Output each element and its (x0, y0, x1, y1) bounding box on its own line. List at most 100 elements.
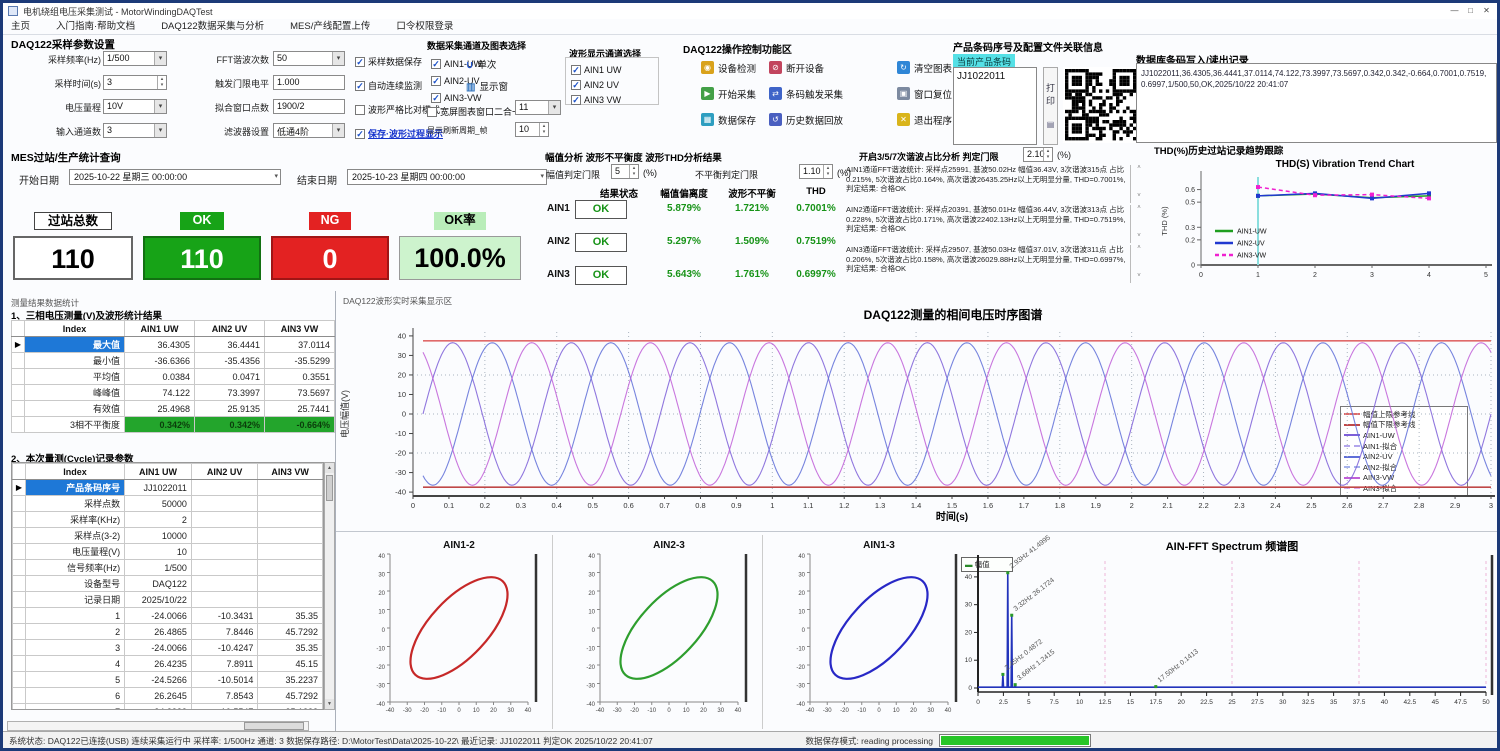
thd-control-unit-1: (%) (643, 168, 657, 178)
param-dropdown-3[interactable]: 10V▾ (103, 99, 167, 114)
table-row[interactable]: 平均值0.03840.04710.3551 (12, 369, 335, 385)
svg-text:10: 10 (965, 657, 973, 664)
history-replay-button[interactable]: ↺历史数据回放 (769, 111, 843, 129)
table-row[interactable]: 记录日期2025/10/22 (13, 592, 323, 608)
scrollbar-thumb[interactable] (244, 722, 304, 730)
spinner-arrows-icon[interactable]: ▴▾ (629, 165, 638, 178)
menu-item-4[interactable]: MES/产线配置上传 (290, 21, 370, 32)
horizontal-scrollbar[interactable] (7, 721, 309, 731)
control-value: 1.000 (277, 77, 300, 87)
table-row[interactable]: 信号频率(Hz)1/500 (13, 560, 323, 576)
table-row[interactable]: 最小值-36.6366-35.4356-35.5299 (12, 353, 335, 369)
scroll-up-icon[interactable]: ˄ (1134, 245, 1144, 251)
table-row[interactable]: 3相不平衡度0.342%0.342%-0.664% (12, 417, 335, 433)
param-field-6[interactable]: 1.000 (273, 75, 345, 90)
menu-item-3[interactable]: DAQ122数据采集与分析 (161, 21, 264, 32)
scrollbar-thumb[interactable] (326, 475, 333, 501)
scroll-up-icon[interactable]: ˄ (1134, 165, 1144, 171)
imbalance-threshold-spinner[interactable]: 1.10▴▾ (799, 164, 833, 179)
minimize-button[interactable]: — (1448, 5, 1461, 16)
param-dropdown-8[interactable]: 低通4阶▾ (273, 123, 345, 138)
reset-window-button[interactable]: ▣窗口复位 (897, 85, 952, 103)
display-window-button[interactable]: ▥显示窗 (466, 77, 508, 95)
refresh-period-spinner[interactable]: 10▴▾ (515, 122, 549, 137)
single-shot-button[interactable]: ∪单次 (466, 55, 496, 73)
amplitude-threshold-spinner[interactable]: 5▴▾ (611, 164, 639, 179)
cell-value: 0.0384 (125, 369, 195, 385)
cell-value: 73.5697 (265, 385, 335, 401)
table-row[interactable]: 采样点数50000 (13, 496, 323, 512)
end-date-field[interactable]: 2025-10-23 星期四 00:00:00 ▾ (347, 169, 547, 185)
table-row[interactable]: 采样点(3-2)10000 (13, 528, 323, 544)
spinner-arrows-icon[interactable]: ▴▾ (157, 76, 166, 89)
menu-item-5[interactable]: 口令权限登录 (396, 21, 453, 32)
scroll-down-icon[interactable]: ˅ (1134, 193, 1144, 199)
table-row[interactable]: 626.26457.854345.7292 (13, 688, 323, 704)
acq-channels-title: 数据采集通道及图表选择 (427, 39, 526, 52)
exit-button[interactable]: ✕退出程序 (897, 111, 952, 129)
wave-channel-checkbox-3[interactable]: ✓AIN3 VW (571, 91, 621, 109)
param-dropdown-4[interactable]: 3▾ (103, 123, 167, 138)
clear-chart-button[interactable]: ↻清空图表 (897, 59, 952, 77)
row-label: 平均值 (25, 369, 125, 385)
device-check-button[interactable]: ◉设备检测 (701, 59, 756, 77)
col-header: AIN2 UV (195, 321, 265, 337)
fft-texts-heading: 开启3/5/7次谐波占比分析 判定门限 (859, 150, 999, 163)
table-row[interactable]: 426.42357.891145.15 (13, 656, 323, 672)
table-row[interactable]: 226.48657.844645.7292 (13, 624, 323, 640)
param-checkbox-2[interactable]: ✓自动连续监测 (355, 77, 422, 95)
harmonic-threshold-spinner[interactable]: 2.10 ▴▾ (1023, 147, 1053, 162)
table2-vertical-scrollbar[interactable]: ▲ ▼ (324, 462, 335, 710)
device-check-icon: ◉ (701, 61, 714, 74)
start-date-field[interactable]: 2025-10-22 星期三 00:00:00 ▾ (69, 169, 281, 185)
thd-col-header: 幅值偏离度 (653, 186, 715, 200)
close-button[interactable]: ✕ (1480, 5, 1493, 16)
menu-item-1[interactable]: 主页 (11, 21, 30, 32)
cell-value: 10 (125, 544, 192, 560)
param-checkbox-1[interactable]: ✓采样数据保存 (355, 53, 422, 71)
lissajous-chart-AIN1-2: AIN1-2-40-40-30-30-20-20-10-100010102020… (350, 534, 546, 730)
scroll-up-icon[interactable]: ˄ (1134, 205, 1144, 211)
layout-merge-checkbox[interactable]: 宽屏图表窗口二合一 (427, 103, 521, 121)
table-row[interactable]: ▶产品条码序号JJ1022011 (13, 480, 323, 496)
barcode-input[interactable]: JJ1022011 (953, 67, 1037, 145)
table-row[interactable]: 7-24.2222-10.554735.1233 (13, 704, 323, 711)
menu-item-2[interactable]: 入门指南·帮助文档 (56, 21, 135, 32)
row-selector (13, 704, 26, 711)
end-date-label: 结束日期 (297, 172, 337, 187)
svg-text:-30: -30 (403, 708, 412, 714)
scroll-down-icon[interactable]: ▼ (325, 699, 334, 709)
print-button[interactable]: 打印▤ (1043, 67, 1058, 145)
scroll-down-icon[interactable]: ˅ (1134, 273, 1144, 279)
checkbox-label: 宽屏图表窗口二合一 (440, 107, 521, 117)
layout-count-dropdown[interactable]: 11▾ (515, 100, 561, 115)
table-row[interactable]: 3-24.0066-10.424735.35 (13, 640, 323, 656)
table-row[interactable]: 1-24.0066-10.343135.35 (13, 608, 323, 624)
table-row[interactable]: 5-24.5266-10.501435.2237 (13, 672, 323, 688)
scroll-up-icon[interactable]: ▲ (325, 463, 334, 473)
save-data-button[interactable]: ▦数据保存 (701, 111, 756, 129)
svg-text:0: 0 (968, 685, 972, 692)
spinner-arrows-icon[interactable]: ▴▾ (823, 165, 832, 178)
svg-text:35: 35 (1330, 699, 1338, 706)
scroll-down-icon[interactable]: ˅ (1134, 233, 1144, 239)
table-row[interactable]: 设备型号DAQ122 (13, 576, 323, 592)
start-acquire-button[interactable]: ▶开始采集 (701, 85, 756, 103)
param-dropdown-5[interactable]: 50▾ (273, 51, 345, 66)
barcode-trigger-button[interactable]: ⇄条码触发采集 (769, 85, 843, 103)
start-acquire-icon: ▶ (701, 87, 714, 100)
col-header: Index (25, 321, 125, 337)
display-window-icon: ▥ (466, 82, 475, 93)
table-row[interactable]: 电压量程(V)10 (13, 544, 323, 560)
table-row[interactable]: ▶最大值36.430536.444137.0114 (12, 337, 335, 353)
table-row[interactable]: 采样率(KHz)2 (13, 512, 323, 528)
table-row[interactable]: 峰峰值74.12273.399773.5697 (12, 385, 335, 401)
maximize-button[interactable]: □ (1464, 5, 1477, 16)
param-spinner-2[interactable]: 3▴▾ (103, 75, 167, 90)
spinner-arrows-icon[interactable]: ▴▾ (1043, 148, 1052, 161)
table-row[interactable]: 有效值25.496825.913525.7441 (12, 401, 335, 417)
param-field-7[interactable]: 1900/2 (273, 99, 345, 114)
param-dropdown-1[interactable]: 1/500▾ (103, 51, 167, 66)
spinner-arrows-icon[interactable]: ▴▾ (539, 123, 548, 136)
disconnect-button[interactable]: ⊘断开设备 (769, 59, 824, 77)
